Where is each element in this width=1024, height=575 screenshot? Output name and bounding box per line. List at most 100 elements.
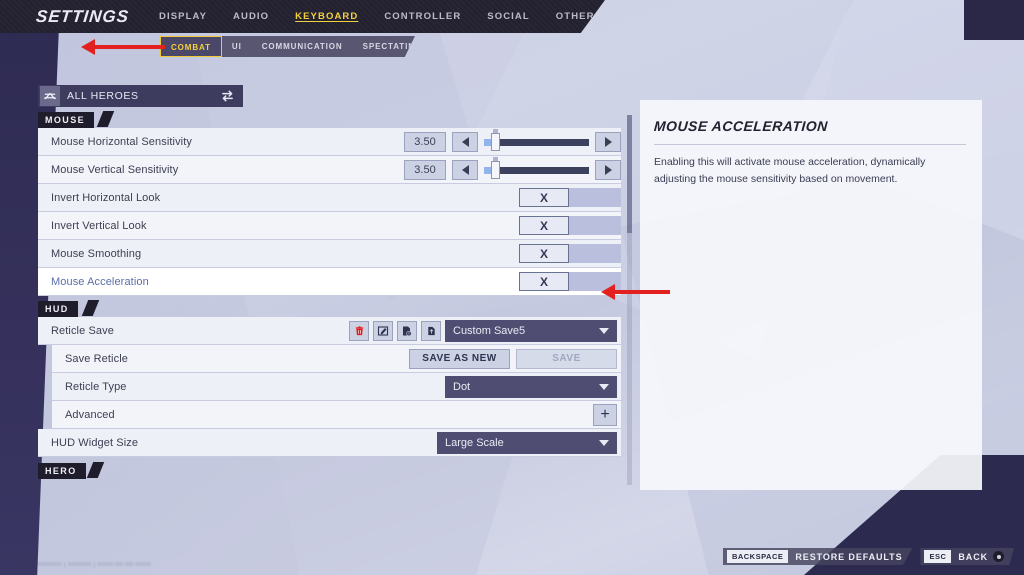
slider-knob[interactable]	[491, 133, 500, 151]
value-display[interactable]: 3.50	[404, 160, 446, 180]
footer-hint-bar: BACKSPACE RESTORE DEFAULTS ESC BACK	[723, 548, 1014, 565]
increment-button[interactable]	[595, 132, 621, 152]
edit-icon[interactable]	[373, 321, 393, 341]
section-header-hud: HUD	[38, 299, 621, 317]
section-label: HERO	[38, 463, 86, 479]
sub-tab-list: COMBAT UI COMMUNICATION SPECTATING	[160, 36, 415, 57]
triangle-left-icon	[462, 165, 469, 175]
sensitivity-slider[interactable]	[484, 132, 589, 152]
checkbox-on[interactable]	[569, 188, 621, 207]
triangle-left-icon	[462, 137, 469, 147]
settings-scrollbar-track[interactable]	[627, 115, 632, 485]
hero-selector-label: ALL HEROES	[67, 90, 139, 102]
setting-row-mouse-horizontal-sensitivity[interactable]: Mouse Horizontal Sensitivity 3.50	[38, 128, 621, 156]
setting-label: Mouse Acceleration	[38, 276, 149, 288]
checkbox-on[interactable]	[569, 216, 621, 235]
info-panel-title: MOUSE ACCELERATION	[653, 118, 828, 134]
page-title: SETTINGS	[35, 7, 130, 27]
tab-social[interactable]: SOCIAL	[487, 11, 530, 22]
hud-widget-size-control: Large Scale	[437, 429, 621, 456]
reticle-save-dropdown[interactable]: Custom Save5	[445, 320, 617, 342]
tab-other[interactable]: OTHER	[556, 11, 595, 22]
save-button[interactable]: SAVE	[516, 349, 617, 369]
decrement-button[interactable]	[452, 132, 478, 152]
tab-controller[interactable]: CONTROLLER	[384, 11, 461, 22]
dropdown-value: Custom Save5	[453, 325, 525, 337]
triangle-right-icon	[605, 165, 612, 175]
settings-scrollbar-thumb[interactable]	[627, 115, 632, 233]
setting-row-invert-horizontal-look[interactable]: Invert Horizontal Look X	[38, 184, 621, 212]
setting-label: Advanced	[52, 409, 115, 421]
reticle-type-dropdown[interactable]: Dot	[445, 376, 617, 398]
setting-row-reticle-type[interactable]: Reticle Type Dot	[52, 373, 621, 401]
overwatch-logo-icon	[40, 86, 60, 106]
checkbox-off[interactable]: X	[519, 216, 569, 235]
slider-control: 3.50	[404, 156, 621, 183]
subtab-combat[interactable]: COMBAT	[160, 36, 222, 57]
checkbox-on[interactable]	[569, 244, 621, 263]
delete-icon[interactable]	[349, 321, 369, 341]
sensitivity-slider[interactable]	[484, 160, 589, 180]
setting-row-reticle-save[interactable]: Reticle Save	[38, 317, 621, 345]
decrement-button[interactable]	[452, 160, 478, 180]
increment-button[interactable]	[595, 160, 621, 180]
value-display[interactable]: 3.50	[404, 132, 446, 152]
setting-label: Reticle Save	[38, 325, 114, 337]
expand-plus-icon[interactable]: +	[593, 404, 617, 426]
setting-row-mouse-acceleration[interactable]: Mouse Acceleration X	[38, 268, 621, 296]
swap-arrows-icon[interactable]	[220, 89, 235, 103]
save-as-new-button[interactable]: SAVE AS NEW	[409, 349, 510, 369]
setting-label: Save Reticle	[52, 353, 128, 365]
hint-label-back: BACK	[958, 552, 988, 562]
circle-button-icon	[993, 551, 1004, 562]
subtab-communication[interactable]: COMMUNICATION	[252, 36, 353, 57]
tab-display[interactable]: DISPLAY	[159, 11, 207, 22]
key-badge-esc: ESC	[924, 550, 951, 563]
tab-keyboard[interactable]: KEYBOARD	[295, 11, 358, 22]
section-header-hero: HERO	[38, 461, 621, 479]
hero-selector[interactable]: ALL HEROES	[38, 85, 243, 107]
setting-label: Invert Vertical Look	[38, 220, 147, 232]
hud-widget-size-dropdown[interactable]: Large Scale	[437, 432, 617, 454]
info-panel-description: Enabling this will activate mouse accele…	[654, 154, 966, 188]
slider-knob[interactable]	[491, 161, 500, 179]
chevron-down-icon	[599, 328, 609, 334]
export-icon[interactable]	[397, 321, 417, 341]
setting-label: Reticle Type	[52, 381, 127, 393]
save-reticle-buttons: SAVE AS NEW SAVE	[409, 345, 621, 372]
setting-label: Mouse Smoothing	[38, 248, 141, 260]
setting-row-hud-widget-size[interactable]: HUD Widget Size Large Scale	[38, 429, 621, 457]
setting-row-save-reticle[interactable]: Save Reticle SAVE AS NEW SAVE	[52, 345, 621, 373]
reticle-type-control: Dot	[445, 373, 621, 400]
setting-label: Mouse Horizontal Sensitivity	[38, 136, 192, 148]
slider-control: 3.50	[404, 128, 621, 155]
setting-label: Invert Horizontal Look	[38, 192, 160, 204]
triangle-right-icon	[605, 137, 612, 147]
subtab-ui[interactable]: UI	[222, 36, 252, 57]
toggle-control: X	[519, 184, 621, 211]
setting-row-mouse-vertical-sensitivity[interactable]: Mouse Vertical Sensitivity 3.50	[38, 156, 621, 184]
hint-back[interactable]: ESC BACK	[920, 548, 1014, 565]
settings-panel: MOUSE Mouse Horizontal Sensitivity 3.50 …	[38, 110, 621, 492]
top-navigation-bar: SETTINGS DISPLAY AUDIO KEYBOARD CONTROLL…	[0, 0, 605, 33]
build-watermark: build 000000000 | 000000 | 0000-00-00-00…	[10, 562, 151, 568]
hint-restore-defaults[interactable]: BACKSPACE RESTORE DEFAULTS	[723, 548, 913, 565]
checkbox-off[interactable]: X	[519, 272, 569, 291]
checkbox-off[interactable]: X	[519, 244, 569, 263]
info-panel-divider	[654, 144, 966, 145]
chevron-down-icon	[599, 384, 609, 390]
background-corner-block	[964, 0, 1024, 40]
setting-row-advanced[interactable]: Advanced +	[52, 401, 621, 429]
key-badge-backspace: BACKSPACE	[727, 550, 788, 563]
reticle-save-control: Custom Save5	[349, 317, 621, 344]
checkbox-off[interactable]: X	[519, 188, 569, 207]
dropdown-value: Dot	[453, 381, 470, 393]
import-icon[interactable]	[421, 321, 441, 341]
section-label: HUD	[38, 301, 78, 317]
setting-row-mouse-smoothing[interactable]: Mouse Smoothing X	[38, 240, 621, 268]
advanced-control: +	[593, 401, 621, 428]
setting-label: HUD Widget Size	[38, 437, 138, 449]
setting-row-invert-vertical-look[interactable]: Invert Vertical Look X	[38, 212, 621, 240]
tab-audio[interactable]: AUDIO	[233, 11, 269, 22]
slider-track	[492, 167, 589, 174]
